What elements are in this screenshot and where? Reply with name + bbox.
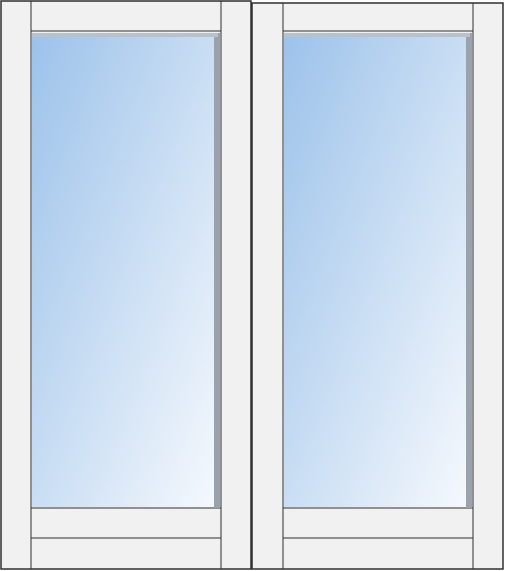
left-glass-shadow-right bbox=[214, 33, 220, 508]
window-illustration bbox=[0, 0, 505, 571]
left-glass-shadow-top bbox=[32, 33, 218, 37]
right-glass-pane bbox=[284, 33, 470, 507]
left-glass-pane bbox=[32, 33, 218, 507]
right-glass-shadow-top bbox=[284, 33, 470, 37]
window-svg bbox=[0, 0, 504, 570]
left-sash[interactable] bbox=[0, 0, 252, 570]
right-sash[interactable] bbox=[251, 2, 504, 570]
right-glass-shadow-right bbox=[466, 33, 472, 508]
